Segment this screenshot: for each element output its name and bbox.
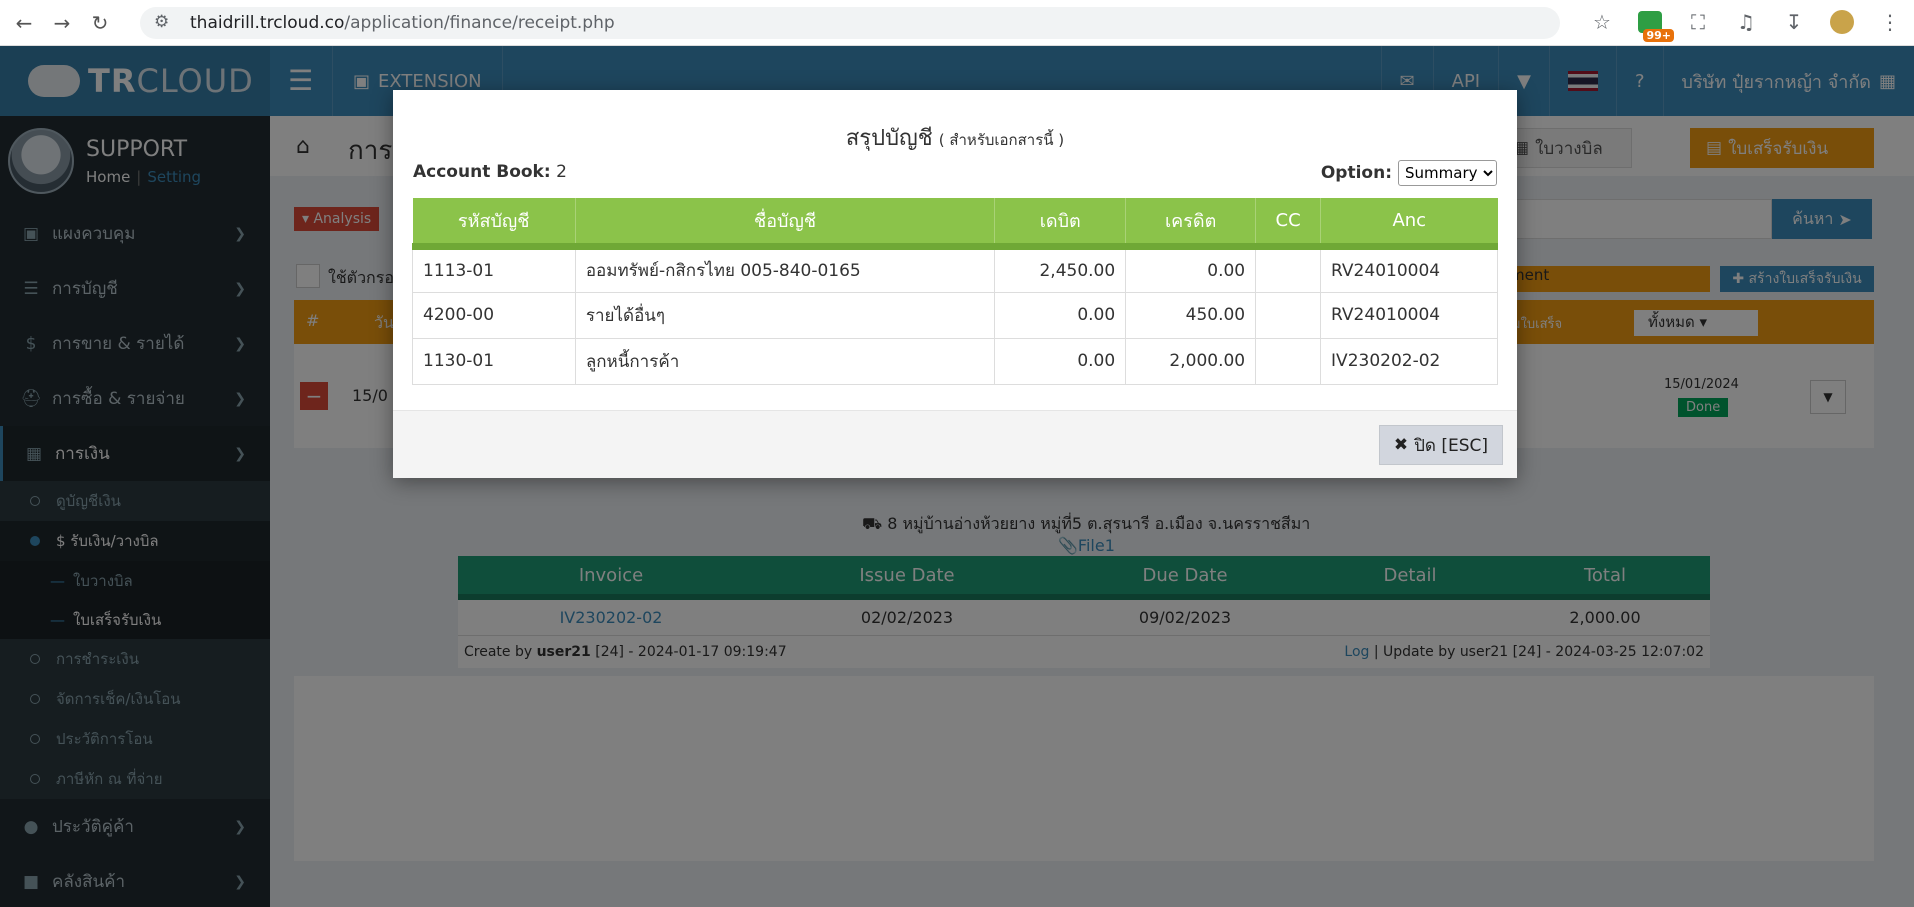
- credit: 0.00: [1125, 245, 1257, 293]
- reload-icon[interactable]: ↻: [86, 9, 114, 37]
- col-debit: เดบิต: [994, 198, 1127, 250]
- cc: [1255, 337, 1322, 385]
- profile-avatar[interactable]: [1828, 8, 1856, 36]
- table-row: 4200-00 รายได้อื่นๆ 0.00 450.00 RV240100…: [412, 291, 1498, 339]
- col-account-code: รหัสบัญชี: [412, 198, 576, 250]
- account-book-value: 2: [556, 162, 567, 182]
- modal-footer: ✖ ปิด [ESC]: [393, 410, 1517, 478]
- kebab-menu-icon[interactable]: ⋮: [1876, 8, 1904, 36]
- account-code: 4200-00: [412, 291, 576, 339]
- col-credit: เครดิต: [1125, 198, 1257, 250]
- modal-title: สรุปบัญชี ( สำหรับเอกสารนี้ ): [393, 120, 1517, 155]
- account-summary-modal: สรุปบัญชี ( สำหรับเอกสารนี้ ) Account Boo…: [393, 90, 1517, 478]
- cc: [1255, 291, 1322, 339]
- close-label: ปิด [ESC]: [1414, 435, 1488, 456]
- col-account-name: ชื่อบัญชี: [575, 198, 996, 250]
- credit: 2,000.00: [1125, 337, 1257, 385]
- col-cc: CC: [1255, 198, 1322, 250]
- debit: 2,450.00: [994, 245, 1127, 293]
- account-code: 1130-01: [412, 337, 576, 385]
- modal-subtitle: ( สำหรับเอกสารนี้ ): [938, 131, 1065, 149]
- address-bar[interactable]: ⚙ thaidrill.trcloud.co/application/finan…: [140, 7, 1560, 39]
- col-anc: Anc: [1320, 198, 1498, 250]
- account-summary-table: รหัสบัญชี ชื่อบัญชี เดบิต เครดิต CC Anc …: [412, 198, 1498, 385]
- option-group: Option: Summary: [1321, 160, 1497, 186]
- account-book-label: Account Book:: [413, 162, 551, 182]
- account-code: 1113-01: [412, 245, 576, 293]
- account-name: รายได้อื่นๆ: [574, 291, 996, 339]
- site-settings-icon[interactable]: ⚙: [154, 12, 176, 34]
- url-path: /application/finance/receipt.php: [344, 13, 615, 33]
- anc: RV24010004: [1320, 245, 1498, 293]
- credit: 450.00: [1125, 291, 1257, 339]
- account-name: ลูกหนี้การค้า: [574, 337, 996, 385]
- option-select[interactable]: Summary: [1398, 160, 1497, 186]
- debit: 0.00: [994, 337, 1127, 385]
- debit: 0.00: [994, 291, 1127, 339]
- url-host: thaidrill.trcloud.co: [190, 13, 345, 33]
- anc: IV230202-02: [1320, 337, 1498, 385]
- cc: [1255, 245, 1322, 293]
- table-row: 1113-01 ออมทรัพย์-กสิกรไทย 005-840-0165 …: [412, 245, 1498, 293]
- close-icon: ✖: [1393, 435, 1409, 455]
- media-icon[interactable]: ♫: [1732, 8, 1760, 36]
- option-label: Option:: [1320, 163, 1392, 183]
- bookmark-star-icon[interactable]: ☆: [1588, 8, 1616, 36]
- anc: RV24010004: [1320, 291, 1498, 339]
- account-name: ออมทรัพย์-กสิกรไทย 005-840-0165: [574, 245, 996, 293]
- forward-icon[interactable]: →: [48, 9, 76, 37]
- close-button[interactable]: ✖ ปิด [ESC]: [1378, 425, 1503, 465]
- account-table-header: รหัสบัญชี ชื่อบัญชี เดบิต เครดิต CC Anc: [412, 198, 1498, 250]
- extension-badge-icon[interactable]: 99+: [1636, 8, 1674, 42]
- browser-toolbar: ← → ↻ ⚙ thaidrill.trcloud.co/application…: [0, 0, 1914, 46]
- puzzle-icon[interactable]: ⛶: [1684, 8, 1712, 36]
- back-icon[interactable]: ←: [10, 9, 38, 37]
- account-book: Account Book: 2: [413, 162, 567, 182]
- table-row: 1130-01 ลูกหนี้การค้า 0.00 2,000.00 IV23…: [412, 337, 1498, 385]
- download-icon[interactable]: ↧: [1780, 8, 1808, 36]
- extension-badge: 99+: [1643, 29, 1674, 42]
- modal-title-text: สรุปบัญชี: [845, 126, 933, 151]
